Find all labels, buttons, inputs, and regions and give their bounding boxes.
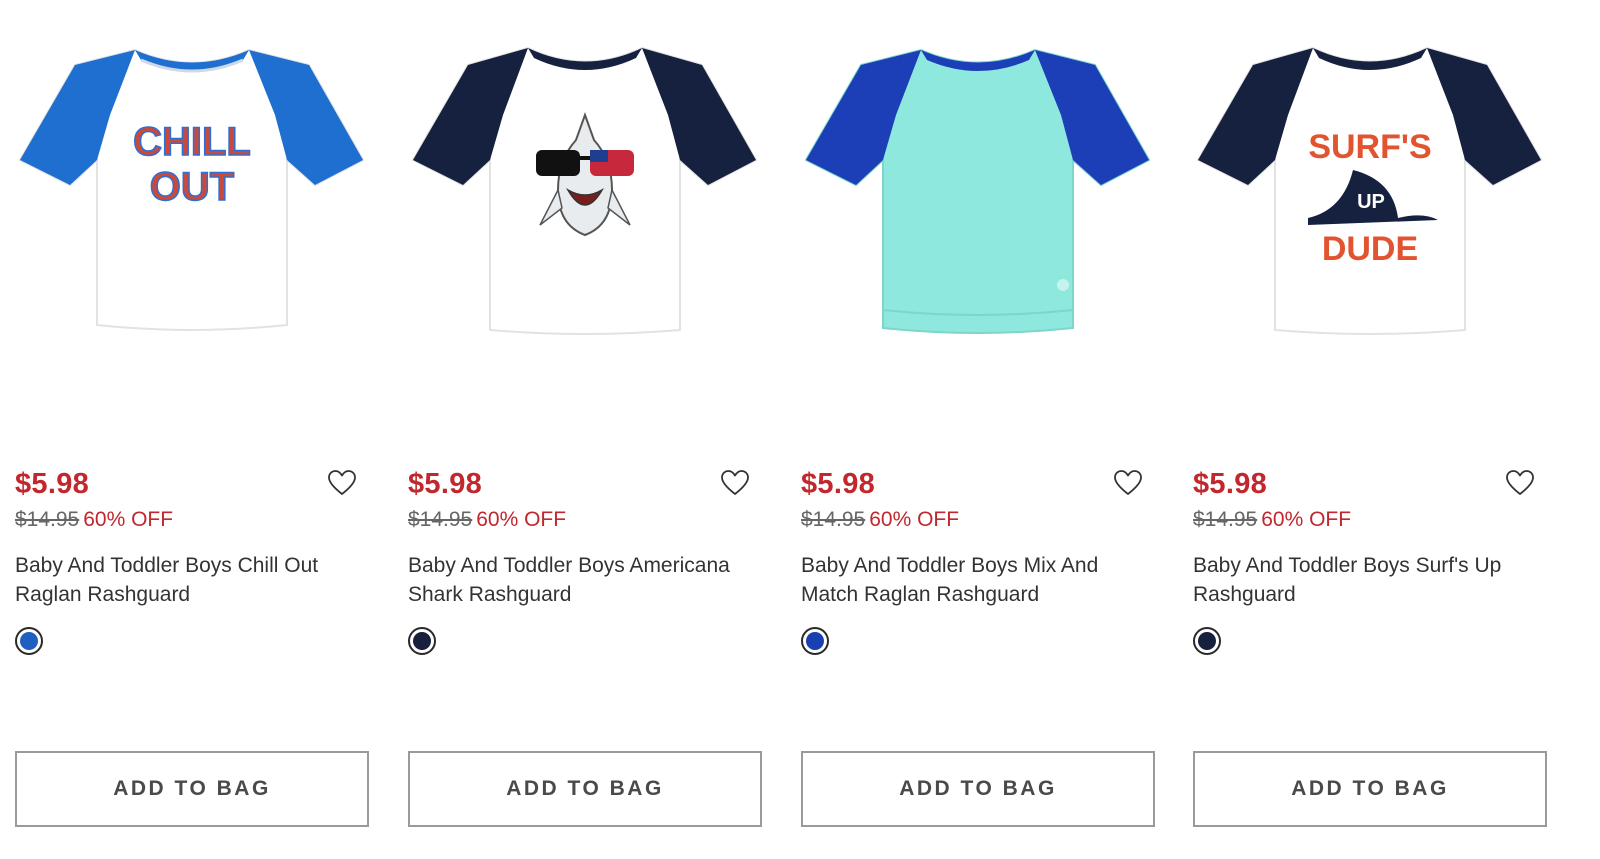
product-card: $5.98 $14.95 60% OFF Baby And Toddler Boy… [408,0,763,859]
sale-price: $5.98 [1193,468,1268,500]
product-card: $5.98 $14.95 60% OFF Baby And Toddler Boy… [801,0,1156,859]
svg-text:UP: UP [1357,191,1385,213]
product-image[interactable] [801,0,1156,440]
americana-shark-rashguard-image [411,46,758,335]
price-row: $14.95 60% OFF [408,508,566,532]
color-swatch[interactable] [408,627,436,655]
original-price: $14.95 [15,508,80,531]
discount-label: 60% OFF [83,508,174,531]
swatch-fill [20,632,38,650]
product-image[interactable]: CHILL OUT [15,0,370,440]
discount-label: 60% OFF [1261,508,1352,531]
original-price: $14.95 [408,508,473,531]
product-image[interactable] [408,0,763,440]
product-name[interactable]: Baby And Toddler Boys Americana Shark Ra… [408,552,753,609]
color-swatch[interactable] [1193,627,1221,655]
discount-label: 60% OFF [476,508,567,531]
product-name[interactable]: Baby And Toddler Boys Surf's Up Rashguar… [1193,552,1538,609]
original-price: $14.95 [1193,508,1258,531]
chill-out-rashguard-image: CHILL OUT [18,48,365,331]
color-swatch[interactable] [801,627,829,655]
svg-text:SURF'S: SURF'S [1308,128,1431,166]
add-to-bag-button[interactable]: ADD TO BAG [1193,751,1547,827]
sale-price: $5.98 [408,468,483,500]
wishlist-heart-icon[interactable] [327,469,357,497]
svg-text:CHILL: CHILL [133,120,251,164]
sale-price: $5.98 [801,468,876,500]
wishlist-heart-icon[interactable] [1505,469,1535,497]
price-row: $14.95 60% OFF [801,508,959,532]
swatch-fill [1198,632,1216,650]
original-price: $14.95 [801,508,866,531]
product-name[interactable]: Baby And Toddler Boys Chill Out Raglan R… [15,552,360,609]
price-row: $14.95 60% OFF [15,508,173,532]
svg-text:DUDE: DUDE [1322,230,1418,268]
product-card: SURF'S UP DUDE $5.98 $14.95 60% OFF Baby … [1193,0,1548,859]
product-name[interactable]: Baby And Toddler Boys Mix And Match Ragl… [801,552,1146,609]
mix-and-match-rashguard-image [804,48,1151,334]
product-card: CHILL OUT $5.98 $14.95 60% OFF Baby And T… [15,0,370,859]
surfs-up-rashguard-image: SURF'S UP DUDE [1196,46,1543,335]
add-to-bag-button[interactable]: ADD TO BAG [15,751,369,827]
add-to-bag-button[interactable]: ADD TO BAG [801,751,1155,827]
swatch-fill [413,632,431,650]
add-to-bag-button[interactable]: ADD TO BAG [408,751,762,827]
color-swatch[interactable] [15,627,43,655]
svg-text:OUT: OUT [150,165,234,209]
discount-label: 60% OFF [869,508,960,531]
sale-price: $5.98 [15,468,90,500]
wishlist-heart-icon[interactable] [1113,469,1143,497]
price-row: $14.95 60% OFF [1193,508,1351,532]
product-image[interactable]: SURF'S UP DUDE [1193,0,1548,440]
swatch-fill [806,632,824,650]
wishlist-heart-icon[interactable] [720,469,750,497]
product-grid: CHILL OUT $5.98 $14.95 60% OFF Baby And T… [0,0,1600,859]
